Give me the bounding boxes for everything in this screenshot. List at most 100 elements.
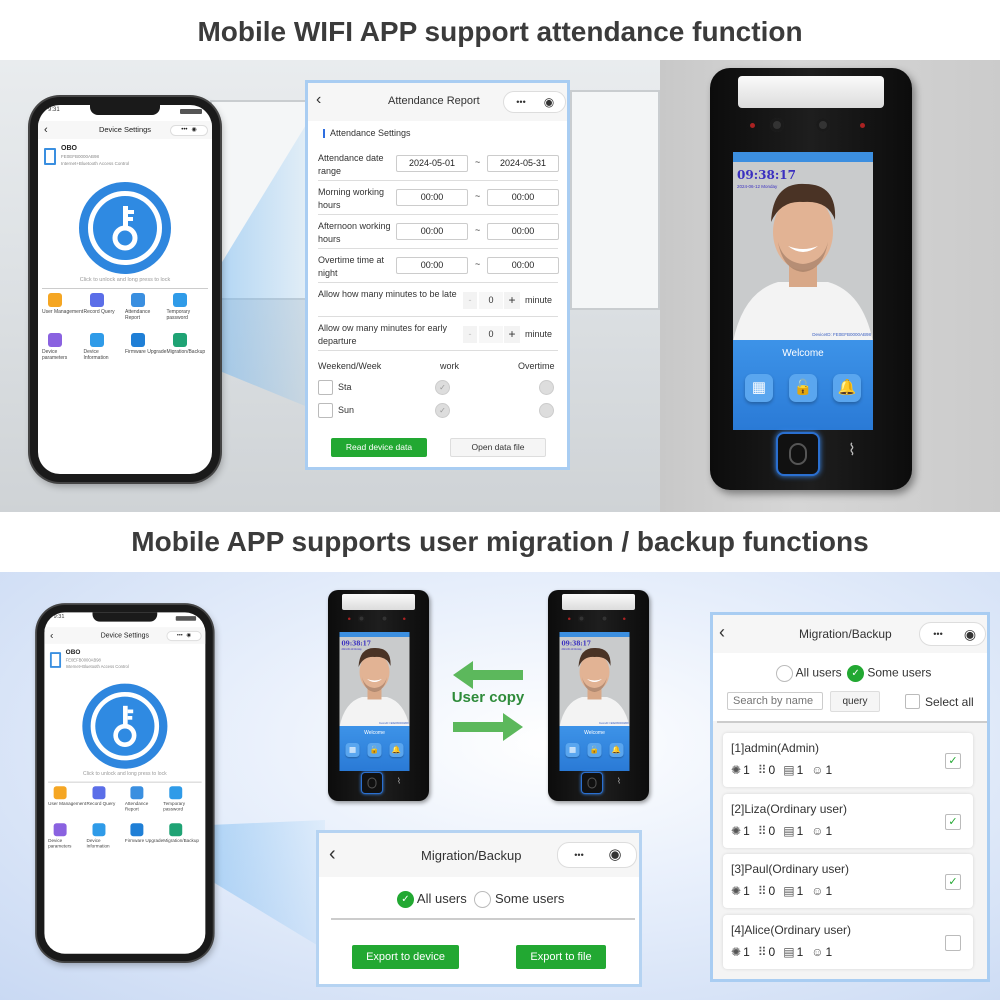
close-button[interactable]: ◉ bbox=[955, 623, 985, 645]
menu-item[interactable]: Attendance Report bbox=[125, 786, 163, 819]
work-toggle[interactable]: ✓ bbox=[435, 380, 450, 395]
menu-item[interactable]: Firmware Upgrade bbox=[125, 823, 163, 856]
back-button[interactable]: ‹ bbox=[329, 843, 336, 866]
overtime-toggle[interactable] bbox=[539, 403, 554, 418]
some-users-radio[interactable]: ✓ bbox=[847, 665, 865, 682]
user-checkbox[interactable]: ✓ bbox=[945, 874, 961, 890]
user-checkbox[interactable] bbox=[945, 934, 961, 951]
minutes-value[interactable]: 0 bbox=[479, 326, 503, 343]
unlock-button[interactable] bbox=[82, 683, 168, 769]
select-all-checkbox[interactable] bbox=[905, 694, 920, 709]
unit-label: minute bbox=[525, 295, 553, 305]
unlock-icon[interactable]: 🔓 bbox=[789, 374, 817, 402]
work-header: work bbox=[440, 361, 460, 371]
face-count: 1 bbox=[825, 884, 833, 898]
row-label: Overtime time at night bbox=[318, 255, 385, 278]
password-count: 0 bbox=[768, 884, 776, 898]
close-button[interactable]: ◉ bbox=[186, 633, 191, 639]
close-button[interactable]: ◉ bbox=[598, 843, 632, 867]
close-button[interactable]: ◉ bbox=[192, 127, 197, 133]
day-checkbox[interactable] bbox=[318, 380, 333, 395]
work-toggle[interactable]: ✓ bbox=[435, 403, 450, 418]
menu-item[interactable]: Migration/Backup bbox=[167, 333, 209, 369]
device-screen: 09:38:17 2024-06-12 Monday DeviceID: FE0EF… bbox=[559, 632, 630, 771]
to-input[interactable]: 00:00 bbox=[487, 189, 559, 206]
decrement-button[interactable]: - bbox=[463, 292, 477, 309]
device-id-label: DeviceID: FE0EFB0000AB98 bbox=[599, 722, 629, 725]
export-to-file-button[interactable]: Export to file bbox=[516, 945, 606, 969]
more-button[interactable]: ••• bbox=[508, 92, 534, 112]
device-welcome-panel: Welcome ▦ 🔓 🔔 bbox=[559, 726, 630, 771]
menu-item[interactable]: Temporary password bbox=[167, 293, 209, 329]
query-button[interactable]: query bbox=[830, 691, 880, 712]
bell-icon[interactable]: 🔔 bbox=[833, 374, 861, 402]
user-list-item[interactable]: [1]admin(Admin) ✺ 1 ⠿ 0 ▤ 1 ☺ 1 ✓ bbox=[723, 733, 973, 787]
menu-item[interactable]: Record Query bbox=[86, 786, 124, 819]
back-button[interactable]: ‹ bbox=[719, 622, 725, 643]
menu-item[interactable]: User Management bbox=[48, 786, 86, 819]
more-button[interactable]: ••• bbox=[177, 633, 183, 639]
read-device-data-button[interactable]: Read device data bbox=[331, 438, 427, 457]
all-users-radio[interactable] bbox=[776, 665, 793, 682]
all-users-label: All users bbox=[795, 665, 842, 680]
user-list-item[interactable]: [2]Liza(Ordinary user) ✺ 1 ⠿ 0 ▤ 1 ☺ 1 ✓ bbox=[723, 793, 973, 848]
more-button[interactable]: ••• bbox=[923, 623, 953, 645]
menu-item[interactable]: Device parameters bbox=[48, 823, 86, 856]
menu-item[interactable]: Device Information bbox=[86, 823, 124, 856]
bell-icon[interactable]: 🔔 bbox=[389, 743, 404, 757]
increment-button[interactable]: + bbox=[504, 326, 520, 343]
menu-grid-icon[interactable]: ▦ bbox=[745, 374, 773, 402]
user-list-item[interactable]: [4]Alice(Ordinary user) ✺ 1 ⠿ 0 ▤ 1 ☺ 1 bbox=[723, 914, 973, 969]
status-icons bbox=[180, 109, 202, 114]
menu-item[interactable]: Record Query bbox=[84, 293, 126, 329]
fingerprint-sensor bbox=[361, 772, 383, 794]
back-button[interactable]: ‹ bbox=[50, 627, 53, 644]
menu-grid-icon[interactable]: ▦ bbox=[345, 743, 360, 757]
overtime-toggle[interactable] bbox=[539, 380, 554, 395]
to-input[interactable]: 2024-05-31 bbox=[487, 155, 559, 172]
increment-button[interactable]: + bbox=[504, 292, 520, 309]
camera-lens bbox=[816, 118, 830, 132]
camera-lens bbox=[358, 615, 365, 622]
from-input[interactable]: 00:00 bbox=[396, 257, 468, 274]
fill-light bbox=[342, 594, 415, 610]
card-count: 1 bbox=[796, 763, 804, 777]
menu-grid-icon[interactable]: ▦ bbox=[565, 743, 580, 757]
search-input[interactable] bbox=[727, 692, 823, 710]
day-checkbox[interactable] bbox=[318, 403, 333, 418]
decrement-button[interactable]: - bbox=[463, 326, 477, 343]
to-input[interactable]: 00:00 bbox=[487, 223, 559, 240]
menu-item[interactable]: Migration/Backup bbox=[163, 823, 201, 856]
panel-header: ‹ Migration/Backup ••• ◉ bbox=[319, 833, 639, 877]
row-label: Attendance date range bbox=[318, 153, 384, 176]
unlock-icon[interactable]: 🔓 bbox=[367, 743, 382, 757]
user-list-item[interactable]: [3]Paul(Ordinary user) ✺ 1 ⠿ 0 ▤ 1 ☺ 1 ✓ bbox=[723, 854, 973, 908]
bell-icon[interactable]: 🔔 bbox=[609, 743, 624, 757]
back-button[interactable]: ‹ bbox=[44, 121, 48, 139]
unlock-icon[interactable]: 🔓 bbox=[587, 743, 602, 757]
nfc-card-icon: ⌇ bbox=[397, 777, 401, 786]
menu-item[interactable]: Firmware Upgrade bbox=[125, 333, 167, 369]
unlock-button[interactable] bbox=[79, 182, 171, 274]
from-input[interactable]: 00:00 bbox=[396, 189, 468, 206]
camera-lens bbox=[770, 118, 784, 132]
from-input[interactable]: 2024-05-01 bbox=[396, 155, 468, 172]
user-checkbox[interactable]: ✓ bbox=[945, 813, 961, 830]
menu-item[interactable]: Temporary password bbox=[163, 786, 201, 819]
from-input[interactable]: 00:00 bbox=[396, 223, 468, 240]
menu-item[interactable]: Device parameters bbox=[42, 333, 84, 369]
some-users-radio[interactable] bbox=[474, 891, 492, 909]
to-input[interactable]: 00:00 bbox=[487, 257, 559, 274]
all-users-radio[interactable]: ✓ bbox=[397, 891, 414, 909]
user-checkbox[interactable]: ✓ bbox=[945, 753, 961, 769]
back-button[interactable]: ‹ bbox=[316, 91, 321, 109]
export-to-device-button[interactable]: Export to device bbox=[352, 945, 459, 969]
close-button[interactable]: ◉ bbox=[536, 92, 562, 112]
minutes-value[interactable]: 0 bbox=[479, 292, 503, 309]
open-data-file-button[interactable]: Open data file bbox=[450, 438, 546, 457]
menu-item[interactable]: User Management bbox=[42, 293, 84, 329]
more-button[interactable]: ••• bbox=[562, 843, 596, 867]
menu-item[interactable]: Attendance Report bbox=[125, 293, 167, 329]
more-button[interactable]: ••• bbox=[181, 127, 187, 133]
menu-item[interactable]: Device Information bbox=[84, 333, 126, 369]
